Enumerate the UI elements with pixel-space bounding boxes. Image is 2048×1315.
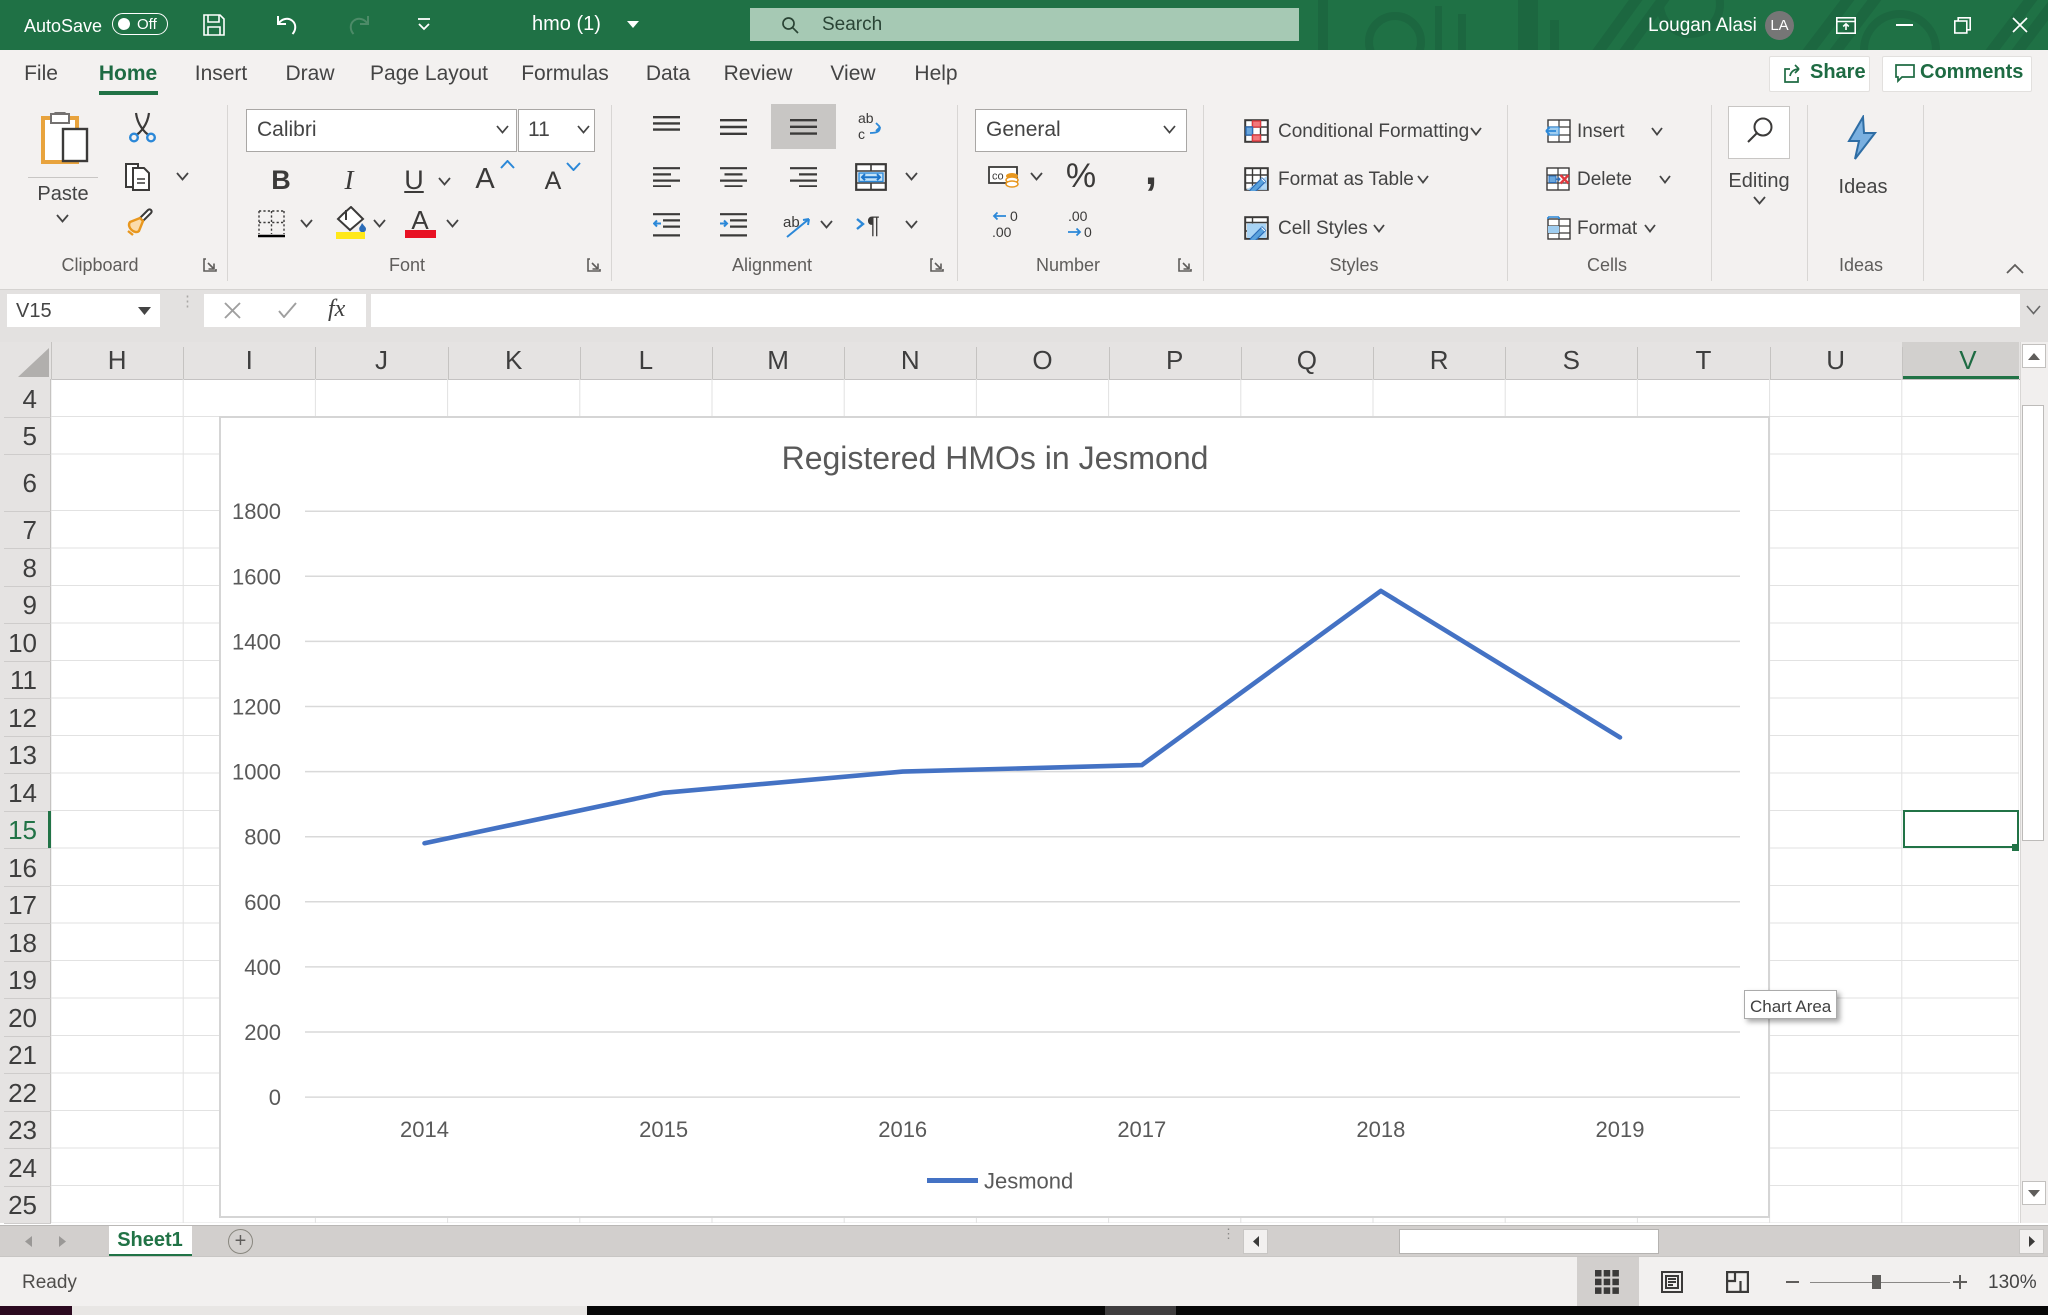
svg-text:0: 0 — [1084, 224, 1092, 239]
svg-text:2017: 2017 — [1117, 1117, 1166, 1142]
svg-text:.00: .00 — [992, 224, 1012, 239]
svg-text:.00: .00 — [1068, 209, 1088, 224]
svg-text:1000: 1000 — [232, 760, 281, 785]
svg-text:co: co — [992, 171, 1004, 183]
svg-text:1600: 1600 — [232, 564, 281, 589]
svg-text:¶: ¶ — [867, 212, 880, 237]
svg-text:1800: 1800 — [232, 499, 281, 524]
svg-text:1400: 1400 — [232, 629, 281, 654]
svg-text:200: 200 — [244, 1020, 281, 1045]
svg-text:400: 400 — [244, 955, 281, 980]
svg-text:600: 600 — [244, 890, 281, 915]
svg-text:Registered HMOs in Jesmond: Registered HMOs in Jesmond — [782, 440, 1209, 476]
svg-text:0: 0 — [1010, 209, 1018, 224]
svg-text:800: 800 — [244, 825, 281, 850]
svg-text:2015: 2015 — [639, 1117, 688, 1142]
svg-text:2018: 2018 — [1356, 1117, 1405, 1142]
svg-text:Jesmond: Jesmond — [984, 1169, 1073, 1194]
svg-text:0: 0 — [269, 1085, 281, 1110]
svg-text:2014: 2014 — [400, 1117, 449, 1142]
svg-text:1200: 1200 — [232, 695, 281, 720]
svg-text:2019: 2019 — [1596, 1117, 1645, 1142]
svg-text:2016: 2016 — [878, 1117, 927, 1142]
svg-text:c: c — [858, 126, 865, 141]
svg-text:ab: ab — [858, 111, 874, 126]
